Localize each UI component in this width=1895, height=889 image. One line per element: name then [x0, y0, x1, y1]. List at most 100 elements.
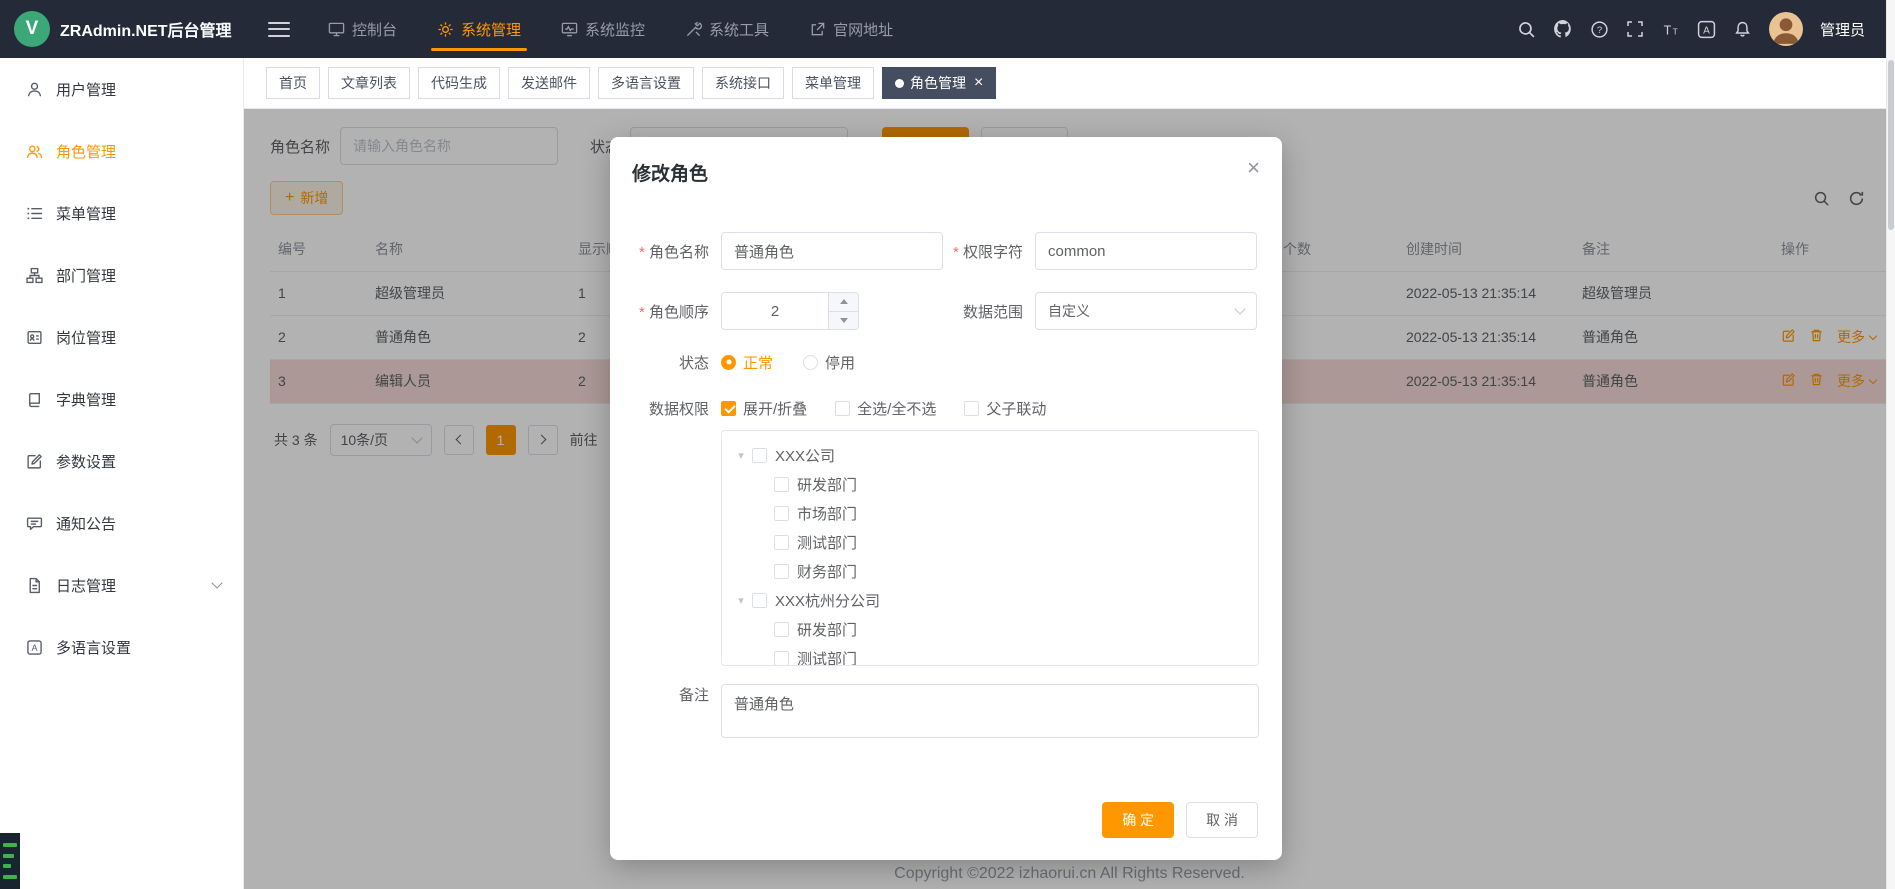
font-size-icon[interactable]: TT: [1661, 20, 1680, 39]
tab-code-gen[interactable]: 代码生成: [418, 67, 500, 99]
tree-checkbox[interactable]: [774, 622, 789, 637]
confirm-button[interactable]: 确 定: [1102, 802, 1174, 838]
sidebar-item-i18n[interactable]: A 多语言设置: [0, 616, 243, 678]
toggle-parent-child-link[interactable]: 父子联动: [964, 398, 1046, 419]
sidebar-item-menus[interactable]: 菜单管理: [0, 182, 243, 244]
perm-char-input[interactable]: [1035, 232, 1257, 270]
nav-label: 系统监控: [585, 19, 645, 40]
svg-text:?: ?: [1597, 25, 1602, 36]
fullscreen-icon[interactable]: [1626, 20, 1644, 38]
nav-label: 官网地址: [833, 19, 893, 40]
bell-icon[interactable]: [1733, 20, 1752, 39]
dashboard-icon: [328, 21, 345, 38]
tree-caret-icon[interactable]: ▾: [730, 594, 752, 607]
tab-send-mail[interactable]: 发送邮件: [508, 67, 590, 99]
cancel-button[interactable]: 取 消: [1186, 802, 1258, 838]
tree-checkbox[interactable]: [774, 564, 789, 579]
svg-text:T: T: [1673, 26, 1678, 36]
active-tab-dot-icon: [895, 79, 904, 88]
language-a-icon: A: [26, 639, 43, 656]
sidebar-item-label: 参数设置: [56, 451, 116, 472]
tab-role-management[interactable]: 角色管理 ×: [882, 67, 996, 99]
language-icon[interactable]: A: [1697, 20, 1716, 39]
checkbox-checked-icon: [721, 401, 736, 416]
tab-i18n[interactable]: 多语言设置: [598, 67, 694, 99]
tools-icon: [685, 21, 702, 38]
logo-icon: V: [14, 11, 50, 47]
tree-node-dept[interactable]: 财务部门: [722, 557, 1258, 586]
sidebar-item-posts[interactable]: 岗位管理: [0, 306, 243, 368]
sidebar-item-users[interactable]: 用户管理: [0, 58, 243, 120]
nav-system-tools[interactable]: 系统工具: [665, 0, 789, 58]
radio-status-normal[interactable]: 正常: [721, 352, 773, 373]
decrease-button[interactable]: [829, 312, 858, 330]
role-order-label: 角色顺序: [610, 301, 721, 322]
status-monitor-widget[interactable]: [0, 833, 20, 889]
tab-home[interactable]: 首页: [266, 67, 320, 99]
help-icon[interactable]: ?: [1590, 20, 1609, 39]
close-icon[interactable]: ×: [1247, 157, 1260, 179]
tree-node-dept[interactable]: 测试部门: [722, 528, 1258, 557]
sidebar-item-logs[interactable]: 日志管理: [0, 554, 243, 616]
tree-checkbox[interactable]: [774, 506, 789, 521]
app-title: ZRAdmin.NET后台管理: [60, 17, 232, 41]
role-name-input[interactable]: [721, 232, 943, 270]
external-link-icon: [809, 21, 826, 38]
tree-node-dept[interactable]: 研发部门: [722, 470, 1258, 499]
toggle-expand-collapse[interactable]: 展开/折叠: [721, 398, 807, 419]
tree-checkbox[interactable]: [752, 593, 767, 608]
hamburger-menu-icon[interactable]: [268, 22, 290, 37]
dialog-footer: 确 定 取 消: [1102, 802, 1258, 838]
nav-system-management[interactable]: 系统管理: [417, 0, 541, 58]
edit-role-dialog: 修改角色 × 角色名称 权限字符 角色顺序 2: [610, 137, 1282, 860]
chat-bubble-icon: [26, 515, 43, 532]
radio-status-disabled[interactable]: 停用: [803, 352, 855, 373]
app-logo[interactable]: V ZRAdmin.NET后台管理: [0, 11, 244, 47]
sidebar-item-parameters[interactable]: 参数设置: [0, 430, 243, 492]
window-scrollbar[interactable]: [1886, 0, 1895, 889]
nav-system-monitor[interactable]: 系统监控: [541, 0, 665, 58]
perm-char-label: 权限字符: [943, 241, 1035, 262]
role-order-input[interactable]: 2: [721, 292, 859, 330]
tab-menu-management[interactable]: 菜单管理: [792, 67, 874, 99]
tree-node-dept[interactable]: 测试部门: [722, 644, 1258, 666]
caret-down-icon: [840, 318, 848, 323]
search-icon[interactable]: [1517, 20, 1536, 39]
tab-close-icon[interactable]: ×: [974, 75, 983, 91]
tree-checkbox[interactable]: [752, 448, 767, 463]
increase-button[interactable]: [829, 293, 858, 312]
svg-text:A: A: [1703, 25, 1710, 36]
tree-checkbox[interactable]: [774, 651, 789, 666]
github-icon[interactable]: [1553, 19, 1573, 39]
remark-textarea[interactable]: 普通角色: [721, 684, 1259, 738]
data-scope-select[interactable]: 自定义: [1035, 292, 1257, 330]
sidebar-item-notices[interactable]: 通知公告: [0, 492, 243, 554]
nav-website[interactable]: 官网地址: [789, 0, 913, 58]
sidebar-item-dictionaries[interactable]: 字典管理: [0, 368, 243, 430]
username[interactable]: 管理员: [1820, 19, 1865, 40]
tree-node-dept[interactable]: 市场部门: [722, 499, 1258, 528]
tree-checkbox[interactable]: [774, 535, 789, 550]
tree-checkbox[interactable]: [774, 477, 789, 492]
tree-node-dept[interactable]: 研发部门: [722, 615, 1258, 644]
users-icon: [26, 143, 43, 160]
sidebar-item-label: 多语言设置: [56, 637, 131, 658]
tab-article-list[interactable]: 文章列表: [328, 67, 410, 99]
checkbox-icon: [835, 401, 850, 416]
tree-node-company-1[interactable]: ▾ XXX公司: [722, 441, 1258, 470]
tree-caret-icon[interactable]: ▾: [730, 449, 752, 462]
sidebar-item-label: 角色管理: [56, 141, 116, 162]
tag-view-bar: 首页 文章列表 代码生成 发送邮件 多语言设置 系统接口 菜单管理 角色管理 ×: [244, 58, 1895, 109]
toggle-select-all[interactable]: 全选/全不选: [835, 398, 936, 419]
tab-system-api[interactable]: 系统接口: [702, 67, 784, 99]
chevron-down-icon: [1234, 303, 1245, 314]
scrollbar-thumb[interactable]: [1888, 60, 1894, 230]
user-avatar[interactable]: [1769, 12, 1803, 46]
sidebar-item-roles[interactable]: 角色管理: [0, 120, 243, 182]
edit-role-form: 角色名称 权限字符 角色顺序 2 数据范: [610, 232, 1282, 738]
nav-label: 系统管理: [461, 19, 521, 40]
nav-console[interactable]: 控制台: [308, 0, 417, 58]
tree-node-company-2[interactable]: ▾ XXX杭州分公司: [722, 586, 1258, 615]
sidebar-item-departments[interactable]: 部门管理: [0, 244, 243, 306]
data-scope-label: 数据范围: [943, 301, 1035, 322]
